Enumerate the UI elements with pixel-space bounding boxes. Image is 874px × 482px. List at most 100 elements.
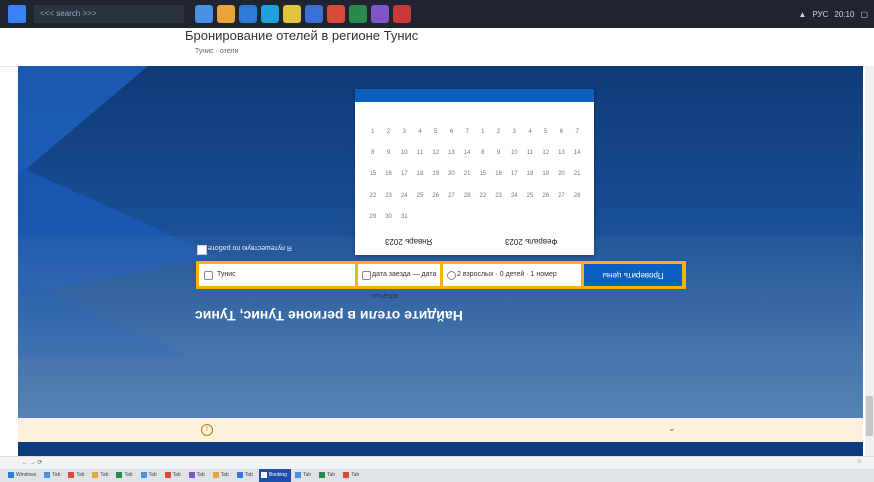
calendar-day[interactable]: 5 — [428, 129, 444, 144]
calendar-day[interactable]: 16 — [381, 171, 397, 186]
tray-clock[interactable]: 20:10 — [834, 10, 854, 19]
guests-selector[interactable]: 2 взрослых · 0 детей · 1 номер — [443, 264, 581, 286]
calendar-day[interactable]: 10 — [506, 150, 522, 165]
calendar-day[interactable]: 28 — [459, 193, 475, 208]
calendar-day[interactable]: 24 — [396, 193, 412, 208]
calendar-day[interactable]: 25 — [412, 193, 428, 208]
calendar-day[interactable]: 25 — [522, 193, 538, 208]
calendar-day[interactable]: 1 — [475, 129, 491, 144]
calendar-day[interactable]: 23 — [381, 193, 397, 208]
search-button[interactable]: Проверить цены — [584, 264, 682, 286]
calendar-day[interactable]: 27 — [444, 193, 460, 208]
taskbar-search-input[interactable]: <<< search >>> — [34, 5, 184, 23]
browser-tab[interactable]: Booking — [258, 469, 291, 482]
calendar-day[interactable]: 24 — [506, 193, 522, 208]
network-icon[interactable]: ▲ — [798, 10, 806, 19]
calendar-day[interactable]: 15 — [475, 171, 491, 186]
calendar-day[interactable]: 29 — [365, 214, 381, 229]
calendar-day[interactable]: 16 — [491, 171, 507, 186]
calendar-day[interactable]: 26 — [428, 193, 444, 208]
calendar-day[interactable]: 1 — [365, 129, 381, 144]
browser-tab[interactable]: Tab — [187, 469, 209, 482]
browser-tab[interactable]: Tab — [42, 469, 64, 482]
calendar-day[interactable]: 11 — [412, 150, 428, 165]
calendar-day[interactable]: 20 — [444, 171, 460, 186]
calendar-day[interactable]: 9 — [381, 150, 397, 165]
app-icon-2[interactable] — [217, 5, 235, 23]
calendar-day[interactable]: 6 — [444, 129, 460, 144]
scrollbar-thumb[interactable] — [866, 396, 873, 436]
app-icon-4[interactable] — [261, 5, 279, 23]
browser-tab[interactable]: Tab — [90, 469, 112, 482]
notice-bar[interactable]: ! ⌄ — [18, 418, 863, 442]
breadcrumb[interactable]: Тунис · отели — [195, 48, 238, 55]
notifications-icon[interactable]: ▢ — [860, 10, 868, 19]
calendar-day[interactable]: 22 — [475, 193, 491, 208]
calendar-day[interactable]: 18 — [522, 171, 538, 186]
destination-input[interactable]: Тунис — [199, 264, 355, 286]
calendar-day[interactable]: 23 — [491, 193, 507, 208]
app-icon-8[interactable] — [349, 5, 367, 23]
calendar-day[interactable]: 4 — [412, 129, 428, 144]
calendar-day[interactable]: 2 — [491, 129, 507, 144]
calendar-day[interactable]: 11 — [522, 150, 538, 165]
calendar-day[interactable]: 19 — [428, 171, 444, 186]
calendar-day[interactable]: 20 — [554, 171, 570, 186]
calendar-day[interactable]: 3 — [506, 129, 522, 144]
calendar-day[interactable]: 15 — [365, 171, 381, 186]
app-icon-1[interactable] — [195, 5, 213, 23]
calendar-day[interactable]: 8 — [475, 150, 491, 165]
app-icon-10[interactable] — [393, 5, 411, 23]
calendar-day[interactable]: 17 — [396, 171, 412, 186]
page-scrollbar[interactable] — [865, 66, 874, 456]
calendar-day[interactable]: 21 — [459, 171, 475, 186]
calendar-day[interactable]: 13 — [554, 150, 570, 165]
browser-tab[interactable]: Tab — [211, 469, 233, 482]
calendar-day[interactable]: 26 — [538, 193, 554, 208]
browser-tab[interactable]: Tab — [139, 469, 161, 482]
app-icon-3[interactable] — [239, 5, 257, 23]
calendar-day[interactable]: 2 — [381, 129, 397, 144]
calendar-day[interactable]: 22 — [365, 193, 381, 208]
app-icon-6[interactable] — [305, 5, 323, 23]
calendar-day[interactable]: 18 — [412, 171, 428, 186]
browser-tab[interactable]: Tab — [317, 469, 339, 482]
calendar-day[interactable]: 31 — [396, 214, 412, 229]
chevron-down-icon[interactable]: ⌄ — [668, 423, 676, 434]
browser-tab[interactable]: Tab — [293, 469, 315, 482]
browser-tab[interactable]: Tab — [66, 469, 88, 482]
browser-tab[interactable]: Tab — [235, 469, 257, 482]
business-travel-checkbox[interactable] — [197, 245, 207, 255]
calendar-day[interactable]: 9 — [491, 150, 507, 165]
calendar-day[interactable]: 21 — [569, 171, 585, 186]
calendar-day[interactable]: 5 — [538, 129, 554, 144]
calendar-day[interactable]: 7 — [459, 129, 475, 144]
calendar-day[interactable]: 17 — [506, 171, 522, 186]
calendar-day[interactable]: 4 — [522, 129, 538, 144]
app-icon-7[interactable] — [327, 5, 345, 23]
calendar-day[interactable]: 30 — [381, 214, 397, 229]
calendar-day[interactable]: 27 — [554, 193, 570, 208]
calendar-day[interactable]: 7 — [569, 129, 585, 144]
calendar-day[interactable]: 3 — [396, 129, 412, 144]
browser-tab[interactable]: Tab — [341, 469, 363, 482]
calendar-day[interactable]: 14 — [569, 150, 585, 165]
calendar-day[interactable]: 13 — [444, 150, 460, 165]
calendar-day[interactable]: 19 — [538, 171, 554, 186]
bookmark-star-icon[interactable]: ☆ — [857, 458, 862, 465]
calendar-day[interactable]: 6 — [554, 129, 570, 144]
start-menu-icon[interactable] — [8, 5, 26, 23]
browser-nav-buttons[interactable]: ← → ⟳ — [22, 459, 42, 466]
app-icon-5[interactable] — [283, 5, 301, 23]
browser-tab[interactable]: Tab — [114, 469, 136, 482]
calendar-day[interactable]: 12 — [538, 150, 554, 165]
calendar-day[interactable]: 12 — [428, 150, 444, 165]
calendar-day[interactable]: 14 — [459, 150, 475, 165]
calendar-day[interactable]: 10 — [396, 150, 412, 165]
browser-tab[interactable]: Windows — [6, 469, 40, 482]
app-icon-9[interactable] — [371, 5, 389, 23]
tray-language[interactable]: РУС — [812, 10, 828, 19]
browser-tab[interactable]: Tab — [163, 469, 185, 482]
calendar-day[interactable]: 28 — [569, 193, 585, 208]
dates-input[interactable]: дата заезда — дата отъезда — [358, 264, 440, 300]
